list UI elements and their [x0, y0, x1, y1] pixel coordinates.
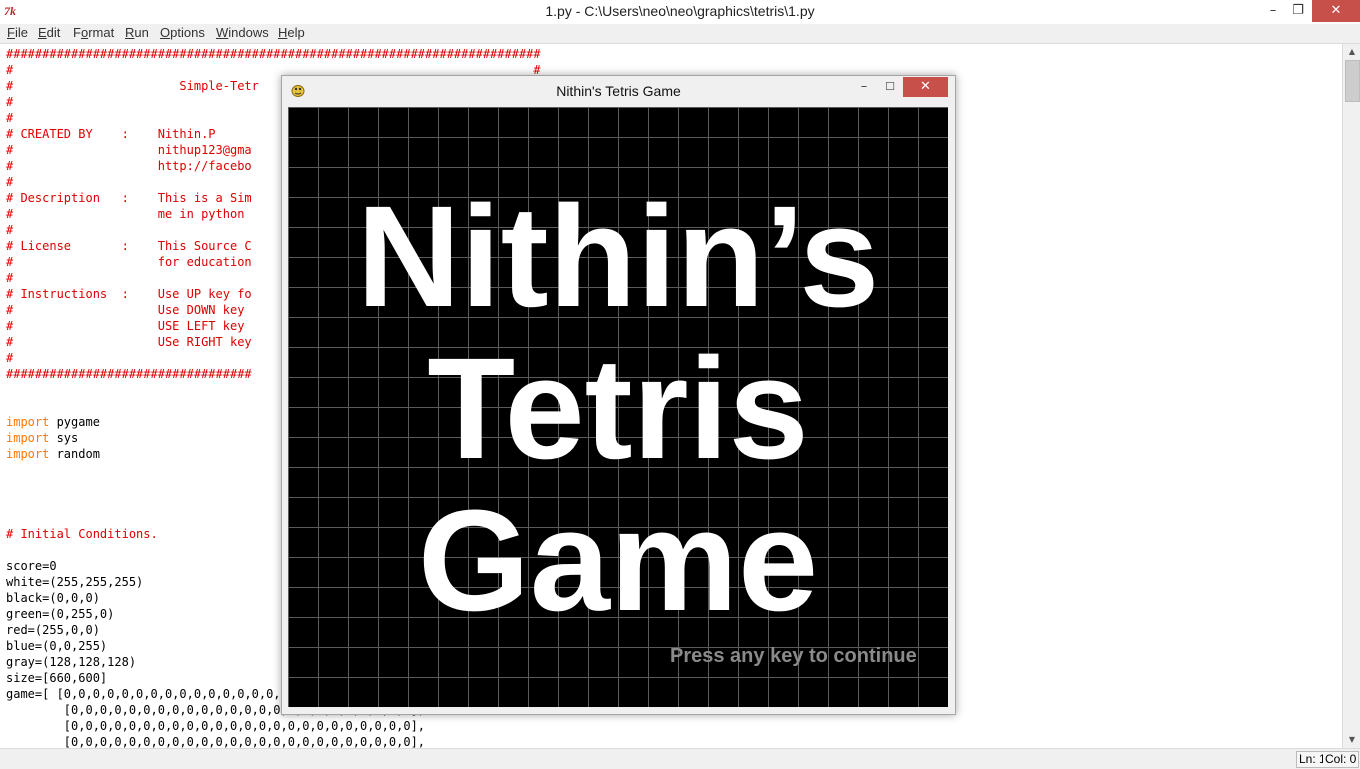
comment-line: # — [6, 95, 14, 109]
menu-options[interactable]: Options — [160, 25, 205, 40]
comment-line: # for education — [6, 255, 252, 269]
column-indicator: Col: 0 — [1323, 751, 1360, 768]
menu-help[interactable]: Help — [278, 25, 305, 40]
splash-title-line-2: Tetris — [427, 328, 809, 489]
comment-line: # — [6, 175, 14, 189]
close-button[interactable]: ✕ — [1312, 0, 1360, 22]
module-name-token: pygame — [49, 415, 100, 429]
game-canvas[interactable]: Nithin’s Tetris Game Press any key to co… — [288, 107, 948, 707]
game-close-button[interactable]: ✕ — [903, 77, 948, 97]
scroll-up-icon[interactable]: ▲ — [1343, 44, 1360, 60]
comment-line: ################################## — [6, 367, 252, 381]
code-line: gray=(128,128,128) — [6, 655, 137, 669]
module-name-token: sys — [49, 431, 79, 445]
scroll-thumb[interactable] — [1345, 60, 1360, 102]
import-line: import pygame — [6, 414, 100, 430]
comment-line: # nithup123@gma — [6, 143, 252, 157]
menu-windows[interactable]: Windows — [216, 25, 269, 40]
comment-line: # Simple-Tetr — [6, 79, 259, 93]
vertical-scrollbar[interactable]: ▲ ▼ — [1342, 44, 1360, 748]
code-line: score=0 — [6, 559, 57, 573]
status-bar: Ln: 1 Col: 0 — [0, 748, 1360, 769]
game-maximize-button[interactable]: ☐ — [877, 77, 903, 97]
comment-line: # Description : This is a Sim — [6, 191, 252, 205]
game-minimize-button[interactable]: – — [851, 77, 877, 97]
code-line: white=(255,255,255) — [6, 575, 144, 589]
comment-line: # http://facebo — [6, 159, 252, 173]
window-titlebar: 7k 1.py - C:\Users\neo\neo\graphics\tetr… — [0, 0, 1360, 25]
comment-line: # — [6, 271, 14, 285]
menu-edit[interactable]: Edit — [38, 25, 60, 40]
splash-title-line-1: Nithin’s — [356, 176, 880, 337]
code-line: size=[660,600] — [6, 671, 108, 685]
comment-line: # — [6, 111, 14, 125]
menu-format[interactable]: Format — [73, 25, 114, 40]
code-line: blue=(0,0,255) — [6, 639, 108, 653]
menu-run[interactable]: Run — [125, 25, 149, 40]
comment-line: # Initial Conditions. — [6, 527, 158, 541]
game-window[interactable]: Nithin's Tetris Game – ☐ ✕ Nithin’s Tetr… — [281, 75, 956, 715]
splash-title-line-3: Game — [417, 480, 819, 641]
game-window-titlebar[interactable]: Nithin's Tetris Game – ☐ ✕ — [282, 76, 955, 105]
comment-line: # me in python — [6, 207, 245, 221]
code-line: [0,0,0,0,0,0,0,0,0,0,0,0,0,0,0,0,0,0,0,0… — [6, 735, 426, 748]
code-line: black=(0,0,0) — [6, 591, 100, 605]
import-line: import sys — [6, 430, 78, 446]
menu-file[interactable]: File — [7, 25, 28, 40]
import-line: import random — [6, 446, 100, 462]
press-any-key-prompt: Press any key to continue — [670, 645, 917, 667]
keyword-token: import — [6, 431, 50, 445]
comment-line: # License : This Source C — [6, 239, 252, 253]
module-name-token: random — [49, 447, 100, 461]
keyword-token: import — [6, 415, 50, 429]
comment-line: # Instructions : Use UP key fo — [6, 287, 252, 301]
comment-line: # Use DOWN key — [6, 303, 245, 317]
code-line: red=(255,0,0) — [6, 623, 100, 637]
comment-line: # — [6, 351, 14, 365]
comment-line: # — [6, 223, 14, 237]
menu-bar: File Edit Format Run Options Windows Hel… — [0, 24, 1360, 44]
comment-line: ########################################… — [6, 47, 541, 61]
comment-line: # CREATED BY : Nithin.P — [6, 127, 216, 141]
code-line: green=(0,255,0) — [6, 607, 115, 621]
restore-button[interactable]: ❐ — [1283, 0, 1313, 22]
comment-line: # USE LEFT key — [6, 319, 245, 333]
comment-line: # USe RIGHT key — [6, 335, 252, 349]
window-title: 1.py - C:\Users\neo\neo\graphics\tetris\… — [545, 3, 815, 19]
scroll-down-icon[interactable]: ▼ — [1343, 732, 1360, 748]
keyword-token: import — [6, 447, 50, 461]
code-line: [0,0,0,0,0,0,0,0,0,0,0,0,0,0,0,0,0,0,0,0… — [6, 719, 426, 733]
